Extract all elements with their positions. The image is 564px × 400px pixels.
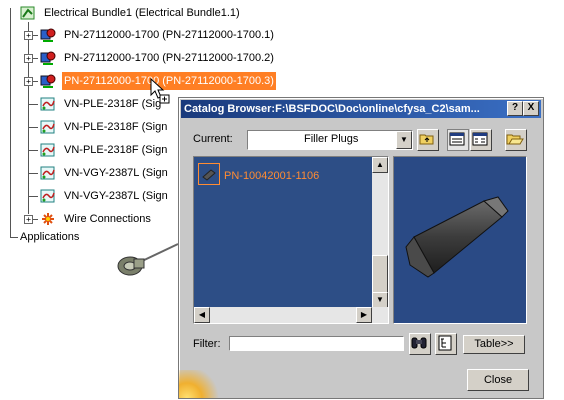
- catalog-list-item[interactable]: PN-10042001-1106: [224, 170, 319, 182]
- expand-toggle[interactable]: +: [24, 31, 33, 40]
- parent-folder-button[interactable]: [417, 129, 439, 151]
- open-folder-icon: [506, 134, 524, 145]
- catalog-preview-pane: [393, 156, 527, 324]
- product-part-icon: [40, 51, 56, 65]
- tree-view-icon: [438, 335, 452, 351]
- close-button[interactable]: Close: [467, 369, 529, 391]
- tree-connector: [28, 196, 38, 197]
- folder-up-icon: [419, 134, 434, 145]
- catalog-browser-dialog: Catalog Browser:F:\BSFDOC\Doc\online\cfy…: [178, 97, 544, 399]
- signal-part-icon: [40, 143, 55, 157]
- decorative-glow: [179, 370, 219, 398]
- search-button[interactable]: [409, 333, 431, 355]
- details-view-icon: [472, 132, 488, 146]
- horizontal-scrollbar[interactable]: ◀ ▶: [194, 307, 388, 323]
- chevron-down-icon[interactable]: ▼: [396, 131, 412, 149]
- tree-connector: [10, 8, 11, 238]
- tree-connector: [10, 237, 18, 238]
- signal-part-icon: [40, 166, 55, 180]
- details-view-button[interactable]: [470, 129, 492, 151]
- signal-part-icon: [40, 97, 55, 111]
- current-catalog-value: Filler Plugs: [304, 133, 359, 145]
- mouse-cursor-icon: [150, 78, 170, 104]
- dialog-title: Catalog Browser:F:\BSFDOC\Doc\online\cfy…: [184, 103, 480, 115]
- expand-toggle[interactable]: +: [24, 215, 33, 224]
- open-catalog-button[interactable]: [505, 129, 527, 151]
- filler-plug-preview-image: [405, 196, 509, 278]
- current-label: Current:: [193, 133, 233, 145]
- tree-node-label: PN-27112000-1700 (PN-27112000-1700.1): [64, 29, 274, 41]
- vertical-scrollbar[interactable]: ▲ ▼: [372, 157, 388, 308]
- tree-node-label: PN-27112000-1700 (PN-27112000-1700.2): [64, 52, 274, 64]
- list-view-button[interactable]: [447, 129, 469, 151]
- catalog-item-thumbnail[interactable]: [198, 163, 220, 185]
- filter-input[interactable]: [229, 336, 404, 351]
- filler-plug-icon: [202, 169, 216, 181]
- tree-node-label: VN-PLE-2318F (Sig: [64, 98, 162, 110]
- close-x-button[interactable]: X: [523, 101, 539, 116]
- list-view-icon: [449, 132, 465, 146]
- filler-plug-3d-icon: [117, 243, 179, 276]
- signal-part-icon: [40, 120, 55, 134]
- scroll-right-button[interactable]: ▶: [356, 307, 372, 323]
- tree-node-label: Wire Connections: [64, 213, 151, 225]
- expand-toggle[interactable]: +: [24, 54, 33, 63]
- binoculars-icon: [411, 337, 427, 349]
- scroll-left-button[interactable]: ◀: [194, 307, 210, 323]
- wire-connections-icon: [42, 213, 54, 225]
- scroll-up-button[interactable]: ▲: [372, 157, 388, 173]
- tree-node-label: VN-VGY-2387L (Sign: [64, 190, 168, 202]
- expand-toggle[interactable]: +: [24, 77, 33, 86]
- tree-node-label: Applications: [20, 231, 80, 243]
- tree-node-root[interactable]: Electrical Bundle1 (Electrical Bundle1.1…: [20, 4, 340, 22]
- tree-connector: [28, 22, 29, 214]
- dialog-titlebar[interactable]: Catalog Browser:F:\BSFDOC\Doc\online\cfy…: [181, 100, 541, 118]
- scroll-down-button[interactable]: ▼: [372, 292, 388, 308]
- electrical-bundle-icon: [20, 6, 35, 20]
- filter-label: Filter:: [193, 338, 221, 350]
- tree-node-label: VN-PLE-2318F (Sign: [64, 121, 168, 133]
- table-button[interactable]: Table>>: [463, 335, 525, 354]
- product-part-icon: [40, 28, 56, 42]
- catalog-list-pane[interactable]: PN-10042001-1106 ▲ ▼ ◀ ▶: [193, 156, 389, 324]
- help-button[interactable]: ?: [507, 101, 523, 116]
- product-part-icon: [40, 74, 56, 88]
- tree-connector: [28, 150, 38, 151]
- tree-node-label: VN-VGY-2387L (Sign: [64, 167, 168, 179]
- tree-connector: [28, 173, 38, 174]
- tree-node-label: VN-PLE-2318F (Sign: [64, 144, 168, 156]
- signal-part-icon: [40, 189, 55, 203]
- browse-tree-button[interactable]: [435, 333, 457, 355]
- current-catalog-combo[interactable]: Filler Plugs ▼: [247, 130, 413, 150]
- tree-node-label: Electrical Bundle1 (Electrical Bundle1.1…: [44, 7, 240, 19]
- tree-connector: [28, 104, 38, 105]
- tree-connector: [28, 127, 38, 128]
